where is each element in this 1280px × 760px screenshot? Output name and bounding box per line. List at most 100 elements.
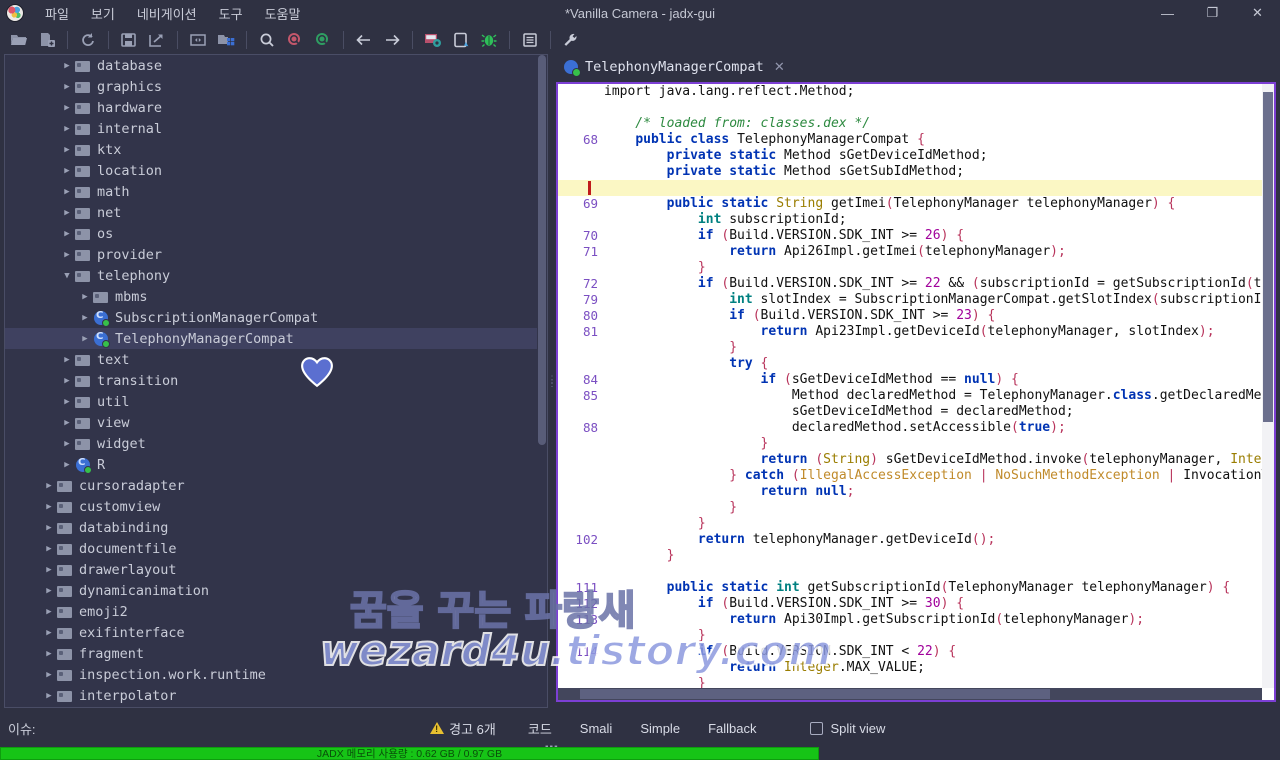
split-view-checkbox[interactable] — [810, 721, 824, 735]
chevron-right-icon[interactable]: ▶ — [59, 61, 75, 71]
tree-item-documentfile[interactable]: ▶ documentfile — [5, 538, 547, 559]
code-area[interactable]: import java.lang.reflect.Method; /* load… — [558, 84, 1262, 688]
chevron-right-icon[interactable]: ▶ — [59, 166, 75, 176]
tree-item-util[interactable]: ▶ util — [5, 391, 547, 412]
menu-navigation[interactable]: 네비게이션 — [126, 1, 208, 26]
tree-item-r[interactable]: ▶ C R — [5, 454, 547, 475]
menu-view[interactable]: 보기 — [80, 1, 126, 26]
chevron-right-icon[interactable]: ▶ — [41, 649, 57, 659]
minimize-button[interactable]: — — [1145, 0, 1190, 26]
log-icon[interactable] — [517, 28, 543, 52]
tree-item-net[interactable]: ▶ net — [5, 202, 547, 223]
chevron-right-icon[interactable]: ▶ — [59, 124, 75, 134]
chevron-right-icon[interactable]: ▶ — [41, 481, 57, 491]
tree-item-telephonymanagercompat[interactable]: ▶ C TelephonyManagerCompat — [5, 328, 547, 349]
warning-group[interactable]: 경고 6개 — [430, 719, 496, 738]
collapse-all-icon[interactable] — [185, 28, 211, 52]
menu-help[interactable]: 도움말 — [254, 1, 312, 26]
reload-icon[interactable] — [75, 28, 101, 52]
tree-item-math[interactable]: ▶ math — [5, 181, 547, 202]
chevron-right-icon[interactable]: ▶ — [41, 670, 57, 680]
tree-item-transition[interactable]: ▶ transition — [5, 370, 547, 391]
chevron-right-icon[interactable]: ▶ — [59, 439, 75, 449]
open-folder-icon[interactable] — [6, 28, 32, 52]
code-horizontal-scrollbar[interactable] — [558, 688, 1262, 700]
code-vscroll-thumb[interactable] — [1263, 92, 1273, 422]
memory-usage-bar[interactable]: JADX 메모리 사용량 : 0.62 GB / 0.97 GB — [0, 747, 819, 760]
chevron-right-icon[interactable]: ▶ — [59, 187, 75, 197]
tree-item-location[interactable]: ▶ location — [5, 160, 547, 181]
chevron-right-icon[interactable]: ▶ — [59, 460, 75, 470]
chevron-right-icon[interactable]: ▶ — [41, 523, 57, 533]
tree-item-customview[interactable]: ▶ customview — [5, 496, 547, 517]
chevron-right-icon[interactable]: ▶ — [59, 103, 75, 113]
tree-scroll-thumb[interactable] — [538, 55, 546, 445]
chevron-right-icon[interactable]: ▶ — [41, 691, 57, 701]
tree-item-provider[interactable]: ▶ provider — [5, 244, 547, 265]
tree-item-cursoradapter[interactable]: ▶ cursoradapter — [5, 475, 547, 496]
tree-item-os[interactable]: ▶ os — [5, 223, 547, 244]
tree-item-telephony[interactable]: ▼ telephony — [5, 265, 547, 286]
chevron-right-icon[interactable]: ▶ — [59, 208, 75, 218]
chevron-right-icon[interactable]: ▶ — [59, 355, 75, 365]
tree-item-view[interactable]: ▶ view — [5, 412, 547, 433]
tree-item-ktx[interactable]: ▶ ktx — [5, 139, 547, 160]
chevron-right-icon[interactable]: ▶ — [41, 502, 57, 512]
tree-item-subscriptionmanagercompat[interactable]: ▶ C SubscriptionManagerCompat — [5, 307, 547, 328]
chevron-right-icon[interactable]: ▶ — [77, 313, 93, 323]
tree-item-widget[interactable]: ▶ widget — [5, 433, 547, 454]
save-icon[interactable] — [116, 28, 142, 52]
chevron-right-icon[interactable]: ▶ — [59, 229, 75, 239]
back-arrow-icon[interactable] — [351, 28, 377, 52]
tree-item-fragment[interactable]: ▶ fragment — [5, 643, 547, 664]
tree-item-hardware[interactable]: ▶ hardware — [5, 97, 547, 118]
split-view-control[interactable]: Split view — [810, 721, 885, 736]
chevron-right-icon[interactable]: ▶ — [41, 607, 57, 617]
forward-arrow-icon[interactable] — [379, 28, 405, 52]
menu-file[interactable]: 파일 — [34, 1, 80, 26]
editor-tab[interactable]: TelephonyManagerCompat ✕ — [556, 54, 795, 80]
tree-item-text[interactable]: ▶ text — [5, 349, 547, 370]
tree-item-drawerlayout[interactable]: ▶ drawerlayout — [5, 559, 547, 580]
chevron-right-icon[interactable]: ▶ — [59, 397, 75, 407]
tree-item-database[interactable]: ▶ database — [5, 55, 547, 76]
chevron-right-icon[interactable]: ▶ — [77, 334, 93, 344]
chevron-right-icon[interactable]: ▶ — [41, 544, 57, 554]
chevron-right-icon[interactable]: ▶ — [41, 628, 57, 638]
tab-code[interactable]: 코드 — [514, 715, 566, 742]
menu-tools[interactable]: 도구 — [208, 1, 254, 26]
tree-item-dynamicanimation[interactable]: ▶ dynamicanimation — [5, 580, 547, 601]
tree-item-emoji2[interactable]: ▶ emoji2 — [5, 601, 547, 622]
chevron-down-icon[interactable]: ▼ — [59, 271, 75, 281]
editor-tab-close-icon[interactable]: ✕ — [770, 59, 789, 75]
close-button[interactable]: ✕ — [1235, 0, 1280, 26]
chevron-right-icon[interactable]: ▶ — [59, 376, 75, 386]
tree-item-graphics[interactable]: ▶ graphics — [5, 76, 547, 97]
code-hscroll-thumb[interactable] — [580, 689, 1050, 699]
package-tree[interactable]: ▶ database ▶ graphics ▶ hardware ▶ internal ▶ ktx… — [5, 55, 547, 707]
preferences-wrench-icon[interactable] — [558, 28, 584, 52]
quark-icon[interactable] — [448, 28, 474, 52]
chevron-right-icon[interactable]: ▶ — [77, 292, 93, 302]
search-icon[interactable] — [254, 28, 280, 52]
debugger-icon[interactable] — [476, 28, 502, 52]
tree-item-interpolator[interactable]: ▶ interpolator — [5, 685, 547, 706]
chevron-right-icon[interactable]: ▶ — [59, 82, 75, 92]
deobfuscation-icon[interactable] — [420, 28, 446, 52]
chevron-right-icon[interactable]: ▶ — [59, 418, 75, 428]
tree-item-inspection-work-runtime[interactable]: ▶ inspection.work.runtime — [5, 664, 547, 685]
tree-item-databinding[interactable]: ▶ databinding — [5, 517, 547, 538]
tree-vertical-scrollbar[interactable] — [537, 55, 547, 707]
search-text-icon[interactable] — [282, 28, 308, 52]
tab-smali[interactable]: Smali — [566, 717, 627, 740]
chevron-right-icon[interactable]: ▶ — [41, 565, 57, 575]
code-lines[interactable]: import java.lang.reflect.Method; /* load… — [558, 84, 1262, 688]
tab-fallback[interactable]: Fallback — [694, 717, 770, 740]
chevron-right-icon[interactable]: ▶ — [59, 145, 75, 155]
code-vertical-scrollbar[interactable] — [1262, 84, 1274, 688]
tree-item-internal[interactable]: ▶ internal — [5, 118, 547, 139]
chevron-right-icon[interactable]: ▶ — [41, 586, 57, 596]
maximize-button[interactable]: ❐ — [1190, 0, 1235, 26]
tree-item-exifinterface[interactable]: ▶ exifinterface — [5, 622, 547, 643]
tab-simple[interactable]: Simple — [626, 717, 694, 740]
